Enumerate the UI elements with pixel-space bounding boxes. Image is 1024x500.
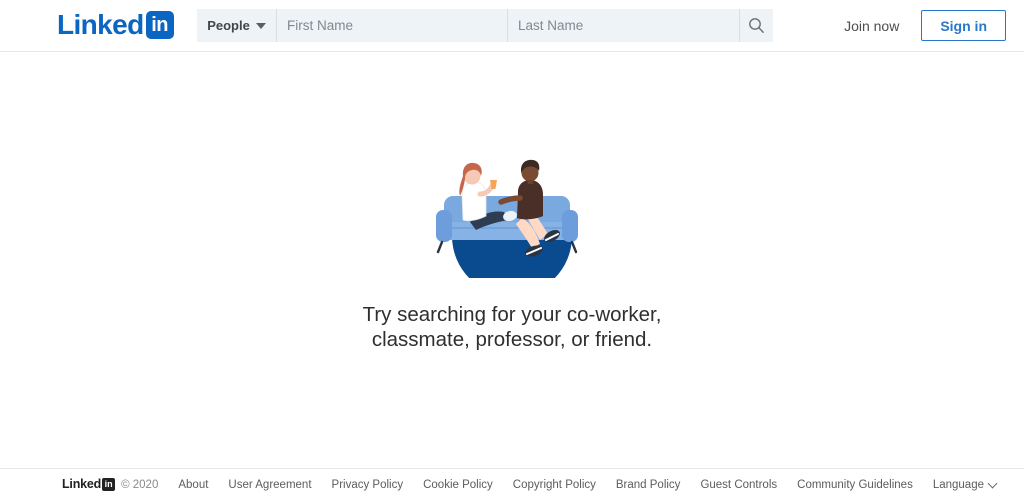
empty-state-message-line-1: Try searching for your co-worker, (362, 303, 662, 326)
footer-link-cookie-policy[interactable]: Cookie Policy (423, 479, 493, 491)
linkedin-logo-badge-text: in (151, 14, 169, 36)
site-footer: Linked in © 2020 About User Agreement Pr… (0, 468, 1024, 500)
linkedin-logo-badge-icon: in (145, 11, 174, 39)
footer-logo-badge-icon: in (102, 478, 116, 491)
two-people-on-couch-illustration (436, 159, 578, 278)
search-facet-dropdown[interactable]: People (197, 9, 277, 42)
search-submit-button[interactable] (739, 9, 773, 42)
footer-linkedin-logo[interactable]: Linked in (62, 477, 116, 491)
footer-link-user-agreement[interactable]: User Agreement (228, 479, 311, 491)
copyright-text: © 2020 (121, 478, 159, 491)
linkedin-logo-text: Linked (57, 9, 144, 40)
caret-down-icon (255, 22, 266, 29)
search-icon (749, 18, 764, 33)
last-name-input[interactable] (508, 9, 739, 42)
footer-link-community-guidelines[interactable]: Community Guidelines (797, 479, 913, 491)
linkedin-search-page: Linked in People Join now Sign in (0, 0, 1024, 500)
search-facet-label: People (207, 18, 250, 33)
chevron-down-icon (989, 480, 998, 489)
linkedin-logo[interactable]: Linked in (57, 10, 174, 40)
footer-link-guest-controls[interactable]: Guest Controls (700, 479, 777, 491)
footer-logo-text: Linked (62, 477, 102, 491)
empty-state-message: Try searching for your co-worker, classm… (363, 302, 662, 352)
footer-logo-badge-text: in (104, 479, 113, 489)
footer-link-copyright-policy[interactable]: Copyright Policy (513, 479, 596, 491)
search-bar: People (197, 9, 773, 42)
language-selector-label: Language (932, 478, 984, 491)
language-selector[interactable]: Language (933, 479, 998, 491)
first-name-input[interactable] (277, 9, 508, 42)
main-content: Try searching for your co-worker, classm… (0, 52, 1024, 468)
site-header: Linked in People Join now Sign in (0, 0, 1024, 52)
footer-link-privacy-policy[interactable]: Privacy Policy (332, 479, 404, 491)
empty-state-message-line-2: classmate, professor, or friend. (371, 328, 653, 351)
join-now-link[interactable]: Join now (840, 18, 903, 34)
header-actions: Join now Sign in (840, 9, 1006, 42)
footer-link-about[interactable]: About (178, 479, 208, 491)
sign-in-button[interactable]: Sign in (921, 10, 1006, 41)
footer-link-brand-policy[interactable]: Brand Policy (616, 479, 681, 491)
